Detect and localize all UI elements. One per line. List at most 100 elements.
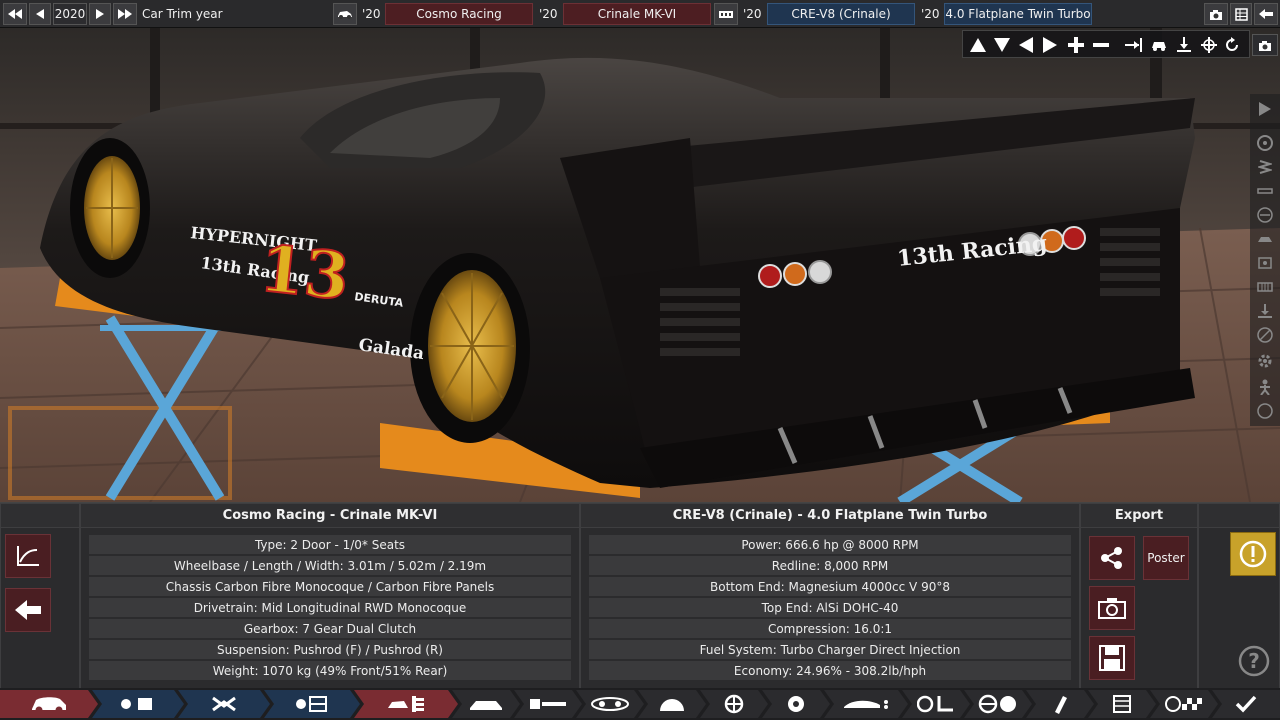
reset-view-button[interactable] <box>1221 34 1243 56</box>
save-button[interactable] <box>1089 636 1135 680</box>
livery-number: 13 <box>256 231 352 315</box>
year-next-button[interactable] <box>89 3 111 25</box>
year-prev-button[interactable] <box>29 3 51 25</box>
view-camera-button[interactable] <box>1252 34 1278 56</box>
brand-selector[interactable]: Cosmo Racing <box>385 3 533 25</box>
engine-family-selector[interactable]: CRE-V8 (Crinale) <box>767 3 915 25</box>
side-interior-button[interactable] <box>1254 252 1276 274</box>
nav-brake-disc[interactable] <box>762 690 830 718</box>
trim-year-label: Car Trim year <box>142 7 223 21</box>
ground-button[interactable] <box>1173 34 1195 56</box>
engine-info-row-economy: Economy: 24.96% - 308.2lb/hph <box>589 661 1071 680</box>
nav-gauge[interactable] <box>638 690 706 718</box>
nav-fuel[interactable] <box>1026 690 1094 718</box>
model-selector[interactable]: Crinale MK-VI <box>563 3 711 25</box>
arrow-up-icon <box>970 38 986 52</box>
side-play-button[interactable] <box>1254 98 1276 120</box>
zoom-in-icon <box>1068 37 1084 53</box>
nav-wheel[interactable] <box>700 690 768 718</box>
nav-aero[interactable] <box>824 690 908 718</box>
share-icon <box>1101 547 1122 569</box>
brake-disc-icon <box>786 694 806 714</box>
side-no-entry-button[interactable] <box>1254 324 1276 346</box>
side-lift-button[interactable] <box>1254 300 1276 322</box>
back-button[interactable] <box>5 588 51 632</box>
photo-button[interactable] <box>1089 586 1135 630</box>
side-icon-strip <box>1250 94 1280 426</box>
nav-finish[interactable] <box>1150 690 1218 718</box>
zoom-in-button[interactable] <box>1065 34 1087 56</box>
nav-engine-tune[interactable] <box>354 690 458 718</box>
warning-button[interactable] <box>1230 532 1276 576</box>
nav-spreadsheet[interactable] <box>1088 690 1156 718</box>
view-controls <box>962 30 1250 58</box>
car-info-row-weight: Weight: 1070 kg (49% Front/51% Rear) <box>89 661 571 680</box>
spreadsheet-icon <box>1113 695 1131 713</box>
help-label: ? <box>1248 649 1260 673</box>
zoom-out-button[interactable] <box>1090 34 1112 56</box>
view-right-button[interactable] <box>1039 34 1061 56</box>
export-column: Export Poster <box>1080 503 1198 689</box>
back-button-top[interactable] <box>1254 3 1278 25</box>
nav-exhaust[interactable] <box>514 690 582 718</box>
circle-icon <box>1257 403 1273 419</box>
car-icon <box>338 11 352 19</box>
graph-button[interactable] <box>5 534 51 578</box>
suspension-icon <box>1257 188 1273 194</box>
side-gear-button[interactable] <box>1254 350 1276 372</box>
nav-turbo[interactable] <box>576 690 644 718</box>
help-button[interactable]: ? <box>1237 644 1271 678</box>
chassis-icon <box>120 695 156 713</box>
engine-block-icon <box>719 11 733 18</box>
year-first-button[interactable] <box>3 3 27 25</box>
engine-info-row-top-end: Top End: AlSi DOHC-40 <box>589 598 1071 617</box>
year-last-button[interactable] <box>113 3 137 25</box>
suspension-icon <box>917 694 955 714</box>
side-person-button[interactable] <box>1254 376 1276 398</box>
car-info-row-gearbox: Gearbox: 7 Gear Dual Clutch <box>89 619 571 638</box>
car-info-row-chassis: Chassis Carbon Fibre Monocoque / Carbon … <box>89 577 571 596</box>
nav-suspension[interactable] <box>902 690 970 718</box>
top-bar: 2020 Car Trim year '20 Cosmo Racing '20 … <box>0 0 1280 28</box>
car-info-column: Cosmo Racing - Crinale MK-VI Type: 2 Doo… <box>80 503 580 689</box>
side-suspension-button[interactable] <box>1254 180 1276 202</box>
body-icon <box>1258 237 1272 242</box>
engine-info-row-fuel-system: Fuel System: Turbo Charger Direct Inject… <box>589 640 1071 659</box>
rotate-axis-button[interactable] <box>1198 34 1220 56</box>
engine-variant-selector[interactable]: 4.0 Flatplane Twin Turbo <box>944 3 1092 25</box>
side-spring-button[interactable] <box>1254 156 1276 178</box>
model-year2: '20 <box>539 7 558 21</box>
nav-engine-parts[interactable] <box>264 690 360 718</box>
nav-body[interactable] <box>452 690 520 718</box>
engine-button[interactable] <box>714 3 738 25</box>
view-down-button[interactable] <box>991 34 1013 56</box>
side-brake-button[interactable] <box>1254 204 1276 226</box>
nav-chassis[interactable] <box>92 690 184 718</box>
nav-confirm[interactable] <box>1212 690 1280 718</box>
screenshot-button[interactable] <box>1204 3 1228 25</box>
spreadsheet-button[interactable] <box>1230 3 1252 25</box>
side-circle-button[interactable] <box>1254 400 1276 422</box>
engine-parts-icon <box>294 695 330 713</box>
nav-engine-block[interactable] <box>178 690 270 718</box>
view-left-button[interactable] <box>1015 34 1037 56</box>
snap-button[interactable] <box>1123 34 1145 56</box>
nav-car[interactable] <box>0 690 98 718</box>
car-3d-viewport[interactable]: HYPERNIGHT 13th Racing 13 DERUTA Galada … <box>0 28 1280 502</box>
ground-icon <box>1177 37 1191 52</box>
car-view-button[interactable] <box>1148 34 1170 56</box>
play-icon <box>1259 102 1271 116</box>
car-model-button[interactable] <box>333 3 357 25</box>
gear-icon <box>1258 354 1272 368</box>
side-grille-button[interactable] <box>1254 276 1276 298</box>
aero-icon <box>842 697 890 711</box>
share-button[interactable] <box>1089 536 1135 580</box>
view-up-button[interactable] <box>967 34 989 56</box>
nav-steering[interactable] <box>964 690 1032 718</box>
engine-tune-icon <box>386 694 426 714</box>
side-wheel-button[interactable] <box>1254 132 1276 154</box>
car-info-row-suspension: Suspension: Pushrod (F) / Pushrod (R) <box>89 640 571 659</box>
side-body-button[interactable] <box>1254 228 1276 250</box>
poster-button[interactable]: Poster <box>1143 536 1189 580</box>
camera-icon <box>1259 40 1271 51</box>
